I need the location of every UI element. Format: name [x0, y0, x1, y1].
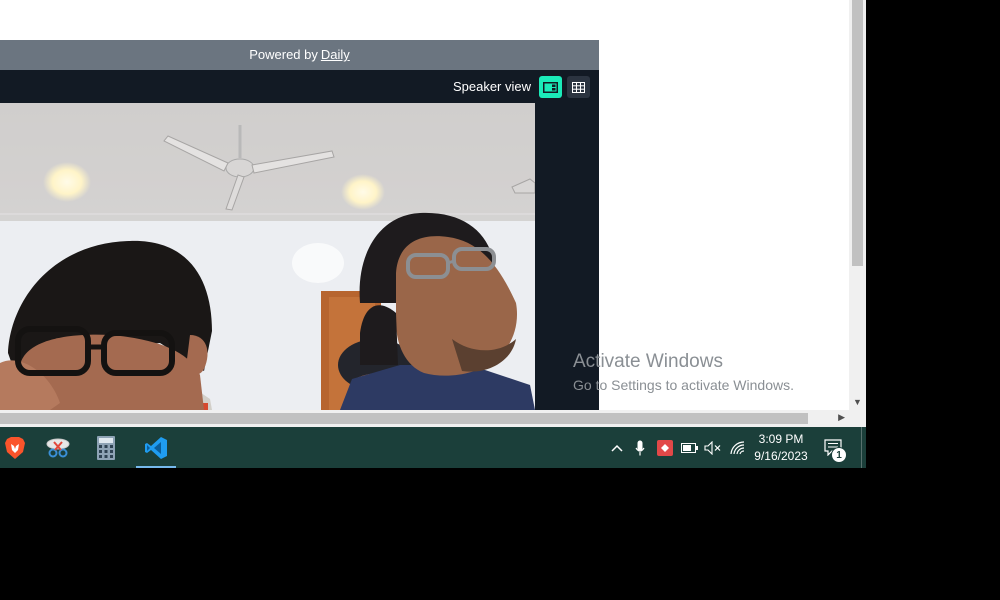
- powered-by-bar: Powered by Daily: [0, 40, 599, 70]
- desktop-screen: Powered by Daily Speaker view Activate W…: [0, 0, 866, 468]
- taskbar-clock[interactable]: 3:09 PM 9/16/2023: [748, 431, 814, 465]
- notification-count-badge: 1: [831, 447, 847, 463]
- activate-windows-watermark: Activate Windows Go to Settings to activ…: [573, 351, 794, 395]
- taskbar-visual-studio-code[interactable]: [136, 427, 176, 468]
- clock-date: 9/16/2023: [754, 449, 808, 463]
- browser-page: Powered by Daily Speaker view Activate W…: [0, 0, 849, 410]
- video-call-frame: Powered by Daily Speaker view: [0, 40, 599, 410]
- speaker-muted-icon: [703, 441, 720, 455]
- participant-video[interactable]: [0, 103, 535, 410]
- windows-taskbar: 3:09 PM 9/16/2023 1: [0, 427, 866, 468]
- horizontal-scrollbar[interactable]: ▶: [0, 410, 849, 427]
- volume-tray[interactable]: [703, 439, 721, 457]
- call-toolbar: Speaker view: [0, 70, 599, 103]
- screen-record-tray[interactable]: [656, 439, 673, 457]
- scrollbar-corner: [849, 410, 866, 427]
- powered-by-text: Powered by: [249, 47, 318, 62]
- grid-view-button[interactable]: [567, 76, 590, 98]
- show-hidden-icons[interactable]: [609, 439, 625, 457]
- taskbar-calculator[interactable]: [88, 427, 124, 468]
- grid-view-icon: [572, 81, 585, 93]
- vertical-scroll-thumb[interactable]: [852, 0, 863, 266]
- activate-windows-subtitle: Go to Settings to activate Windows.: [573, 377, 794, 393]
- clock-time: 3:09 PM: [758, 432, 804, 446]
- taskbar-brave-browser[interactable]: [0, 427, 29, 468]
- scroll-down-arrow-icon[interactable]: ▼: [853, 397, 862, 407]
- calculator-icon: [97, 435, 115, 460]
- vertical-scrollbar[interactable]: ▼: [849, 0, 866, 410]
- wifi-icon: [730, 441, 745, 455]
- chevron-up-icon: [611, 444, 623, 452]
- daily-link[interactable]: Daily: [321, 47, 350, 62]
- battery-icon: [680, 443, 698, 453]
- brave-lion-icon: [4, 436, 25, 459]
- microphone-tray[interactable]: [633, 439, 647, 457]
- view-mode-label: Speaker view: [452, 79, 531, 94]
- speaker-view-icon: [543, 81, 558, 93]
- network-tray[interactable]: [728, 439, 748, 457]
- scissors-icon: [46, 438, 70, 457]
- screen-record-icon: [656, 440, 673, 456]
- horizontal-scroll-thumb[interactable]: [0, 413, 808, 424]
- vscode-icon: [145, 436, 167, 459]
- webcam-frame: [0, 103, 535, 410]
- activate-windows-title: Activate Windows: [573, 351, 723, 372]
- microphone-icon: [635, 440, 645, 456]
- taskbar-snipping-tool[interactable]: [40, 427, 76, 468]
- show-desktop-button[interactable]: [861, 427, 862, 468]
- scroll-right-arrow-icon[interactable]: ▶: [838, 412, 845, 423]
- speaker-view-button[interactable]: [539, 76, 562, 98]
- battery-tray[interactable]: [680, 439, 698, 457]
